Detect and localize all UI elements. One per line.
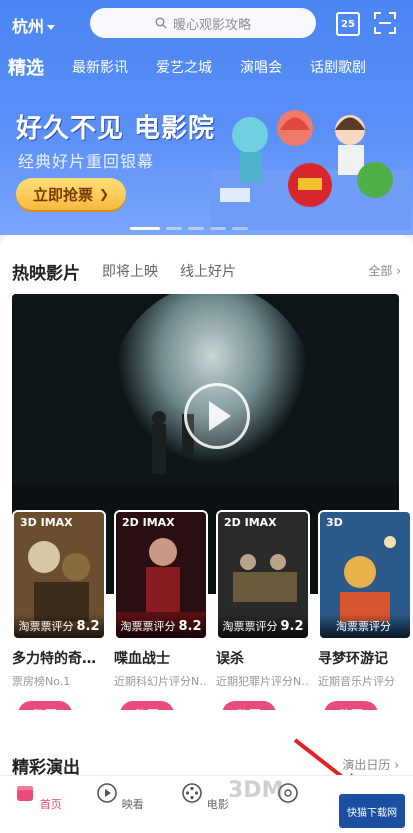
nav-home[interactable]: 首页 — [8, 782, 68, 812]
nav-movie[interactable]: 电影 — [175, 782, 235, 812]
buy-now-label: 立即抢票 — [32, 185, 93, 204]
movie-poster[interactable]: 3D IMAX 淘票票评分 8.2 — [12, 510, 106, 640]
tab-now-showing[interactable]: 热映影片 — [12, 259, 80, 284]
movie-title: 寻梦环游记 — [318, 651, 388, 667]
tab-latest-news[interactable]: 最新影讯 — [72, 57, 128, 77]
score-value: 9.2 — [280, 619, 304, 634]
tab-drama-opera[interactable]: 话剧歌剧 — [310, 57, 366, 77]
watermark: 3DM — [228, 778, 284, 803]
score-label: 淘票票评分 — [222, 620, 278, 633]
format-badge: 3D IMAX — [20, 516, 73, 529]
download-site-badge: 快猫下载网 — [339, 794, 405, 828]
score-label: 淘票票评分 — [120, 620, 176, 633]
score-bar: 淘票票评分 9.2 — [218, 614, 308, 638]
view-all-label: 全部 — [368, 264, 393, 278]
tab-coming-soon[interactable]: 即将上映 — [102, 261, 158, 281]
movie-section-tabs: 热映影片 即将上映 线上好片 — [12, 259, 258, 284]
buy-ticket-button[interactable]: 购票 — [120, 701, 174, 710]
score-bar: 淘票票评分 8.2 — [116, 614, 206, 638]
format-badge: 3D — [326, 516, 343, 529]
play-icon[interactable] — [184, 383, 250, 449]
movie-title: 误杀 — [216, 651, 244, 667]
nav-watch-label: 映看 — [121, 798, 144, 811]
movie-card[interactable]: 2D IMAX 淘票票评分9.2 误杀 近期犯罪片评分N… 购票 — [216, 510, 310, 710]
movie-subtitle: 近期科幻片评分N… — [114, 675, 208, 688]
nav-home-label: 首页 — [39, 798, 62, 811]
buy-ticket-button[interactable]: 购票 — [324, 701, 378, 710]
score-value: 8.2 — [178, 619, 202, 634]
movie-card[interactable]: 3D 淘票票评分 寻梦环游记 近期音乐片评分 购票 — [318, 510, 412, 710]
carousel-dot — [232, 227, 248, 230]
movie-poster[interactable]: 2D IMAX 淘票票评分 9.2 — [216, 510, 310, 640]
scan-icon[interactable] — [374, 12, 396, 34]
search-placeholder: 暖心观影攻略 — [172, 17, 251, 33]
movie-subtitle: 票房榜No.1 — [12, 675, 71, 688]
carousel-dot — [166, 227, 182, 230]
city-selector[interactable]: 杭州 — [12, 13, 56, 37]
chevron-down-icon — [47, 25, 56, 30]
top-bar: 杭州 暖心观影攻略 25 — [0, 0, 413, 44]
tab-art-city[interactable]: 爱艺之城 — [156, 57, 212, 77]
carousel-indicator — [130, 227, 280, 231]
format-badge: 2D IMAX — [224, 516, 277, 529]
carousel-dot — [130, 227, 160, 230]
banner-title: 好久不见 电影院 — [16, 114, 216, 144]
tab-featured[interactable]: 精选 — [8, 54, 44, 80]
tab-concert[interactable]: 演唱会 — [240, 57, 282, 77]
view-all-link[interactable]: 全部 › — [368, 262, 401, 279]
score-bar: 淘票票评分 — [320, 614, 410, 638]
play-circle-icon — [97, 783, 118, 803]
movie-title: 喋血战士 — [114, 651, 170, 667]
movie-poster[interactable]: 2D IMAX 淘票票评分 8.2 — [114, 510, 208, 640]
banner-subtitle: 经典好片重回银幕 — [18, 152, 155, 171]
movie-card[interactable]: 3D IMAX 淘票票评分8.2 多力特的奇… 票房榜No.1 购票 — [12, 510, 106, 710]
buy-now-button[interactable]: 立即抢票 ❯ — [16, 178, 126, 210]
banner-illustration — [210, 110, 410, 230]
score-label: 淘票票评分 — [18, 620, 74, 633]
tab-online-movies[interactable]: 线上好片 — [180, 261, 236, 281]
score-label: 淘票票评分 — [336, 620, 391, 633]
film-reel-icon — [182, 783, 203, 803]
header: 杭州 暖心观影攻略 25 精选 最新影讯 爱艺之城 演唱会 话剧歌剧 好久不见 … — [0, 0, 413, 235]
nav-watch[interactable]: 映看 — [90, 782, 150, 812]
score-value: 8.2 — [76, 619, 100, 634]
movie-card[interactable]: 2D IMAX 淘票票评分8.2 喋血战士 近期科幻片评分N… 购票 — [114, 510, 208, 710]
search-icon — [155, 17, 167, 29]
carousel-dot — [210, 227, 226, 230]
category-tabs: 精选 最新影讯 爱艺之城 演唱会 话剧歌剧 — [0, 50, 413, 84]
home-icon — [17, 786, 34, 801]
movie-list: 3D IMAX 淘票票评分8.2 多力特的奇… 票房榜No.1 购票 2D IM… — [12, 510, 413, 710]
score-bar: 淘票票评分 8.2 — [14, 614, 104, 638]
carousel-dot — [188, 227, 204, 230]
search-bar[interactable]: 暖心观影攻略 — [90, 8, 316, 38]
buy-ticket-button[interactable]: 购票 — [222, 701, 276, 710]
calendar-icon[interactable]: 25 — [336, 12, 360, 36]
city-label: 杭州 — [12, 17, 45, 36]
movie-subtitle: 近期音乐片评分 — [318, 675, 395, 688]
movie-subtitle: 近期犯罪片评分N… — [216, 675, 310, 688]
format-badge: 2D IMAX — [122, 516, 175, 529]
nav-movie-label: 电影 — [206, 798, 229, 811]
buy-ticket-button[interactable]: 购票 — [18, 701, 72, 710]
chevron-right-icon: ❯ — [98, 187, 110, 201]
movie-title: 多力特的奇… — [12, 651, 96, 667]
movie-poster[interactable]: 3D 淘票票评分 — [318, 510, 412, 640]
content-card: 热映影片 即将上映 线上好片 全部 › 3D IMAX 淘票票评分 8.2 多力… — [0, 235, 413, 778]
